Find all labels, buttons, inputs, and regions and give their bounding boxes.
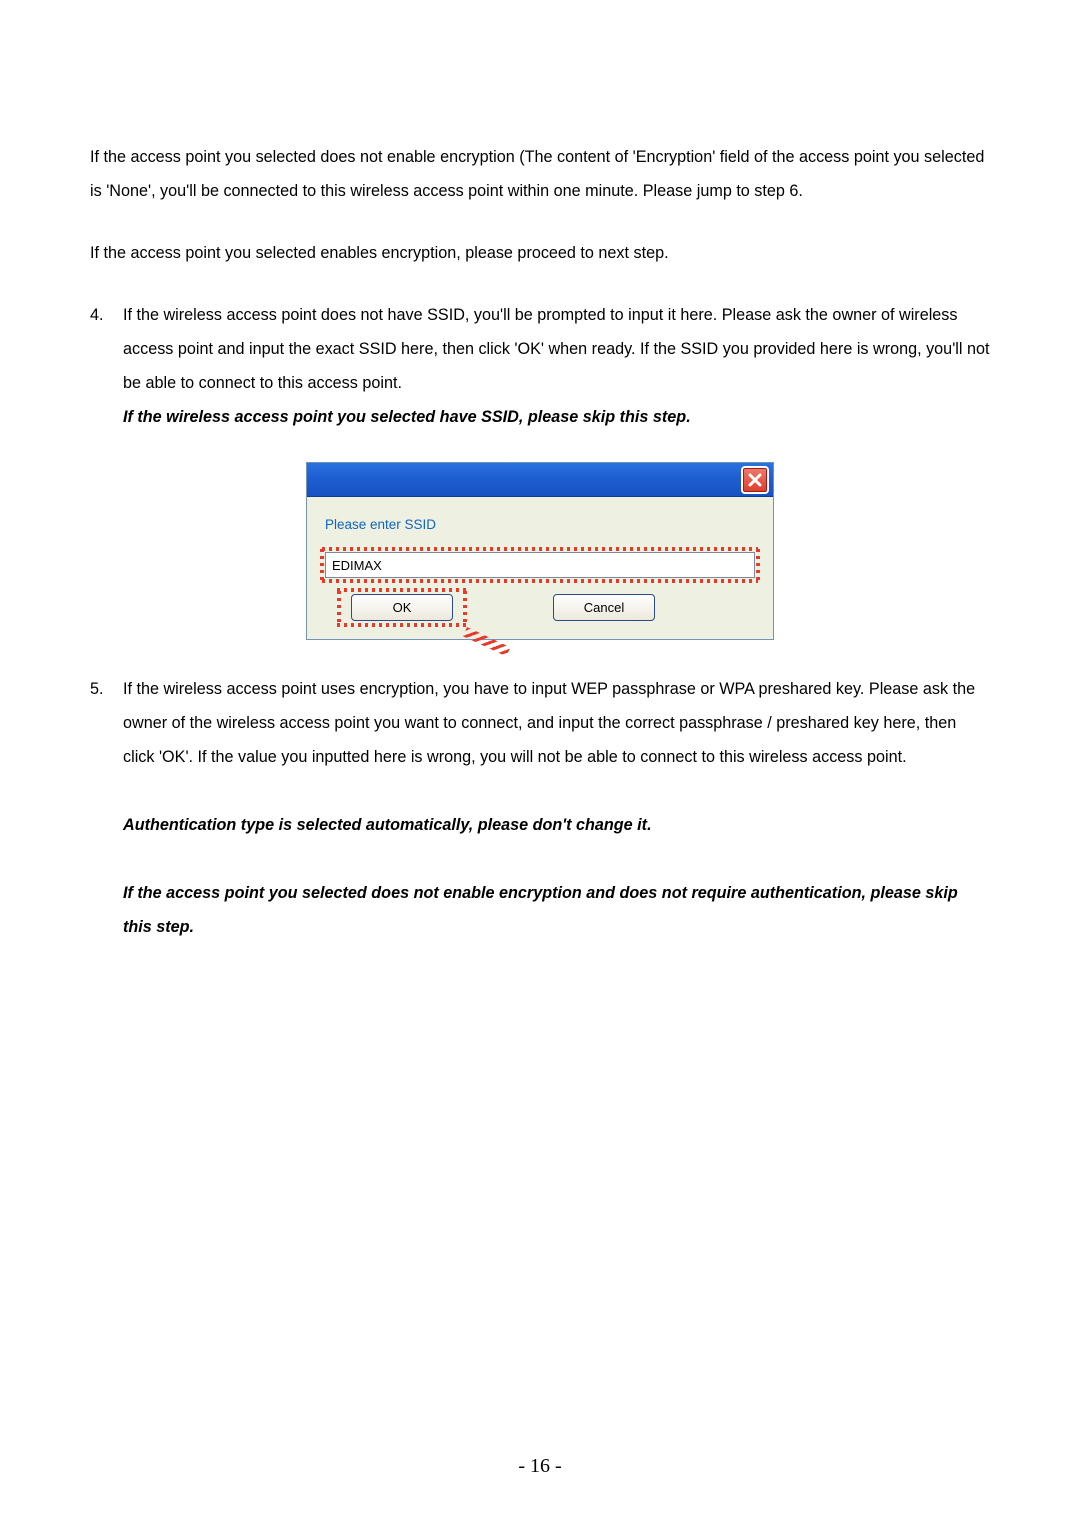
cancel-button[interactable]: Cancel bbox=[553, 594, 655, 621]
step-4-number: 4. bbox=[90, 298, 123, 434]
intro-para-1: If the access point you selected does no… bbox=[90, 140, 990, 208]
step-4-body: If the wireless access point does not ha… bbox=[123, 306, 989, 392]
ssid-input[interactable] bbox=[325, 552, 755, 578]
step-5-note-2: If the access point you selected does no… bbox=[123, 884, 958, 936]
ok-button[interactable]: OK bbox=[351, 594, 453, 621]
close-button[interactable] bbox=[741, 466, 769, 494]
dialog-titlebar bbox=[307, 463, 773, 497]
ssid-dialog-figure: Please enter SSID OK bbox=[90, 462, 990, 640]
intro-para-2: If the access point you selected enables… bbox=[90, 236, 990, 270]
step-4-note: If the wireless access point you selecte… bbox=[123, 408, 691, 426]
page-number: - 16 - bbox=[0, 1455, 1080, 1478]
step-4: 4. If the wireless access point does not… bbox=[90, 298, 990, 434]
close-icon bbox=[748, 473, 762, 487]
ssid-label: Please enter SSID bbox=[325, 517, 755, 532]
step-5: 5. If the wireless access point uses enc… bbox=[90, 672, 990, 944]
step-5-note-1: Authentication type is selected automati… bbox=[123, 816, 652, 834]
ssid-dialog: Please enter SSID OK bbox=[306, 462, 774, 640]
step-5-number: 5. bbox=[90, 672, 123, 944]
step-5-body: If the wireless access point uses encryp… bbox=[123, 680, 975, 766]
